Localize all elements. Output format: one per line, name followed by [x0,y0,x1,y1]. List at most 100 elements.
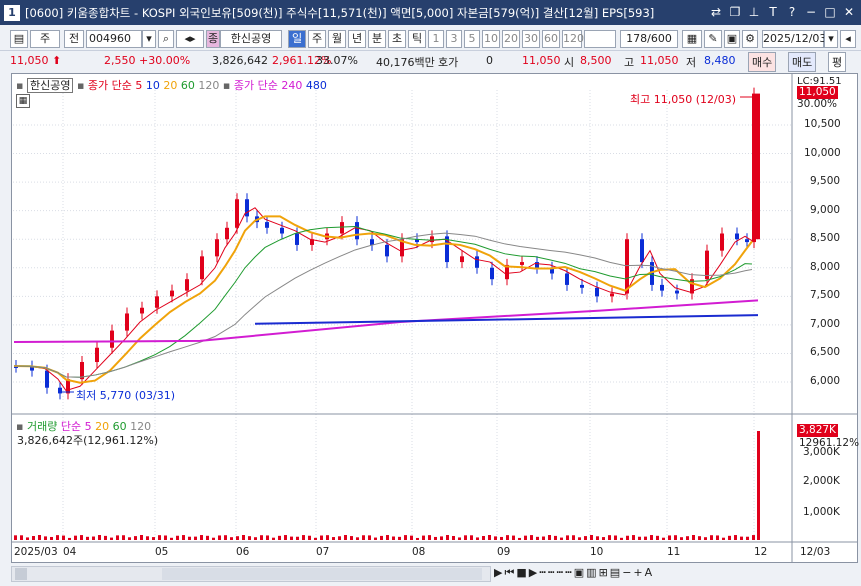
grid-toggle-icon[interactable]: ▦ [16,94,30,108]
volume-bar [20,535,23,540]
volume-bar [374,537,377,540]
volume-bar [266,535,269,540]
volume-bar [386,535,389,540]
volume-bar [116,535,119,540]
volume-bar [704,537,707,540]
compare-icon[interactable]: ⊞ [599,566,610,579]
volume-bar [608,535,611,540]
y-tick: 8,500 [810,232,841,244]
volume-bar [236,536,239,540]
volume-bar [338,536,341,540]
volume-bar [206,535,209,540]
zoom-slider-icon[interactable]: ┅┅┅┅ [539,566,574,579]
volume-bar [464,535,467,540]
candle-body [340,222,344,234]
split-icon[interactable]: ▥ [586,566,598,579]
candle-body [170,290,174,297]
volume-bar [428,535,431,540]
volume-bar [68,537,71,540]
volume-bar [380,535,383,540]
volume-bar [584,536,587,540]
candle-body [565,273,569,285]
layout-icon[interactable]: ▣ [574,566,586,579]
volume-tick: 1,000K [803,506,840,518]
volume-bar [656,535,659,540]
legend-ma10: 10 [145,79,160,92]
auto-icon[interactable]: A [645,566,655,579]
volume-bar [344,535,347,540]
legend-stock-name: 한신공영 [26,78,74,93]
volume-bar [626,535,629,540]
x-tick: 06 [236,546,250,558]
x-tick: 08 [412,546,426,558]
volume-bar [104,535,107,540]
candle-body [475,256,479,268]
play-icon[interactable]: ▶ [494,566,504,579]
y-tick: 6,500 [810,346,841,358]
volume-bar [122,535,125,540]
volume-bar [614,535,617,540]
volume-bar [572,535,575,540]
volume-bar [308,535,311,540]
volume-bar [566,535,569,540]
price-legend: ▪ 한신공영 ▪ 종가 단순 5 10 20 60 120 ▪ 종가 단순 24… [16,78,327,93]
scroll-thumb[interactable] [162,568,482,580]
volume-bar [668,535,671,540]
bottom-bar: ▶⏮■▶┅┅┅┅▣▥⊞▤−+A [0,564,861,586]
candle-body [675,290,679,294]
candle-body [385,244,389,257]
volume-bar [710,535,713,540]
volume-bar [698,536,701,540]
legend-ma120: 120 [198,79,220,92]
candle-body [610,293,614,297]
legend-ma20: 20 [163,79,178,92]
volume-bar [128,537,131,540]
volume-bar [680,537,683,540]
navigation-controls[interactable]: ▶⏮■▶┅┅┅┅▣▥⊞▤−+A [494,566,654,580]
volume-bar [716,535,719,540]
candle-body [45,370,49,388]
volume-bar [494,536,497,540]
legend-ma-label: 종가 단순 5 [87,79,143,92]
high-annotation: 최고 11,050 (12/03) [630,93,737,106]
volume-bar [440,536,443,540]
scroll-left-icon[interactable] [15,568,27,580]
next-icon[interactable]: ▶ [529,566,539,579]
candle-body [705,250,709,280]
volume-bar [356,537,359,540]
volume-bar [92,536,95,540]
candle-body [355,222,359,240]
candle-body [215,239,219,257]
y-tick: 9,500 [810,175,841,187]
volume-bar [692,535,695,540]
volume-bar [734,535,737,540]
volume-bar [686,536,689,540]
x-tick: 07 [316,546,330,558]
volume-bar [368,535,371,540]
legend-ma480: 480 [305,79,327,92]
volume-bar [722,537,725,540]
stop-icon[interactable]: ■ [516,566,528,579]
volume-bar [152,537,155,540]
candle-body [200,256,204,280]
candle-body [460,256,464,263]
volume-bar [176,535,179,540]
volume-bar [272,537,275,540]
candle-body [520,262,524,265]
plus-icon[interactable]: + [633,566,644,579]
candle-body [720,233,724,251]
low-annotation: 최저 5,770 (03/31) [76,389,176,402]
prev-icon[interactable]: ⏮ [504,566,516,579]
volume-bar [314,537,317,540]
candle-body [125,313,129,331]
volume-bar [254,537,257,540]
volume-bar [14,535,17,540]
volume-bar [757,431,760,540]
horizontal-scrollbar[interactable] [11,566,491,582]
minus-icon[interactable]: − [622,566,633,579]
volume-bar [284,535,287,540]
candle-body [140,307,144,314]
indicator-icon[interactable]: ▤ [610,566,622,579]
percent-tag: 30.00% [797,98,838,110]
volume-bar [86,536,89,540]
